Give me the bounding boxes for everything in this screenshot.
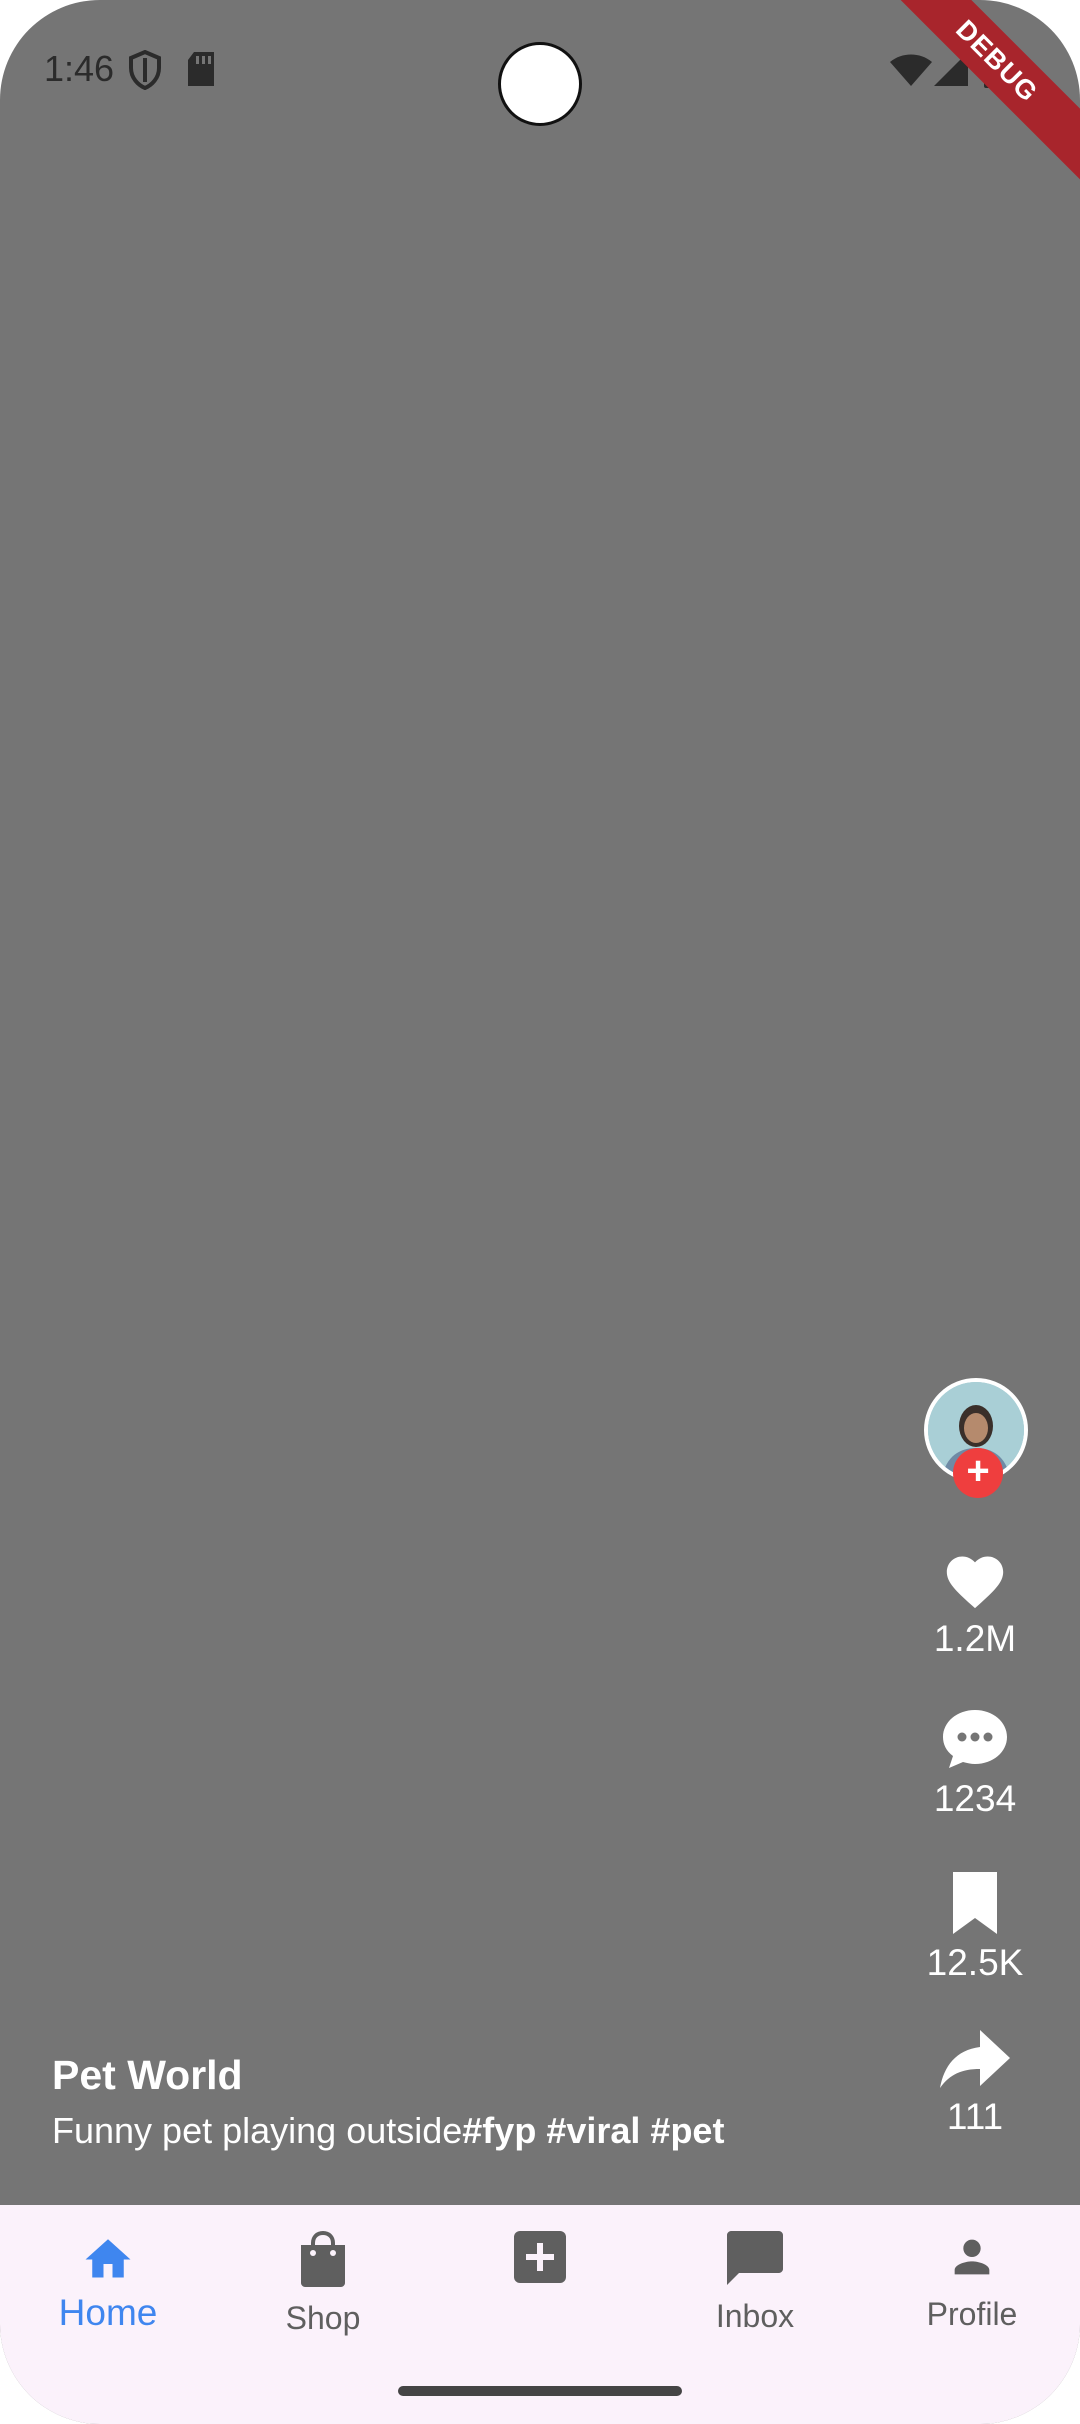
camera-cutout — [498, 42, 582, 126]
nav-inbox[interactable]: Inbox — [675, 2231, 835, 2335]
nav-profile-label: Profile — [926, 2296, 1018, 2332]
status-time: 1:46 — [44, 48, 115, 89]
nav-profile[interactable]: Profile — [892, 2231, 1052, 2333]
shopping-bag-icon — [301, 2230, 345, 2287]
comment-count: 1234 — [933, 1778, 1017, 1819]
home-indicator[interactable] — [398, 2386, 682, 2396]
bookmark-count: 12.5K — [926, 1942, 1024, 1983]
nav-inbox-label: Inbox — [715, 2298, 795, 2334]
share-icon — [940, 2030, 1010, 2088]
sd-card-icon — [188, 52, 214, 86]
nav-create[interactable] — [460, 2231, 620, 2288]
video-author[interactable]: Pet World — [52, 2052, 243, 2099]
nav-shop[interactable]: Shop — [243, 2230, 403, 2337]
nav-home[interactable]: Home — [28, 2231, 188, 2334]
nav-shop-label: Shop — [285, 2300, 361, 2336]
bookmark-button[interactable]: 12.5K — [900, 1872, 1050, 1984]
status-bar: 1:46 — [0, 0, 1080, 140]
like-count: 1.2M — [933, 1618, 1017, 1659]
add-box-icon — [514, 2231, 566, 2283]
heart-icon — [946, 1556, 1004, 1609]
follow-plus-button[interactable]: + — [953, 1448, 1003, 1498]
hashtag[interactable]: #fyp — [462, 2110, 536, 2151]
creator-avatar-button[interactable]: + — [924, 1378, 1028, 1498]
share-button[interactable]: 111 — [900, 2030, 1050, 2138]
person-icon — [954, 2239, 990, 2275]
hashtag[interactable]: #viral — [546, 2110, 640, 2151]
shield-icon — [129, 50, 161, 90]
video-caption: Funny pet playing outside#fyp #viral #pe… — [52, 2110, 724, 2152]
comment-button[interactable]: 1234 — [900, 1708, 1050, 1820]
phone-screen: 1:46 DEBUG + 1.2M 1234 12.5K 111 Pet Wor… — [0, 0, 1080, 2424]
comment-icon — [943, 1710, 1007, 1768]
nav-home-label: Home — [58, 2292, 158, 2333]
chat-icon — [727, 2231, 783, 2285]
like-button[interactable]: 1.2M — [900, 1548, 1050, 1660]
home-icon — [85, 2239, 131, 2278]
hashtag[interactable]: #pet — [650, 2110, 724, 2151]
wifi-icon — [890, 54, 932, 86]
caption-text: Funny pet playing outside — [52, 2110, 463, 2151]
bookmark-icon — [953, 1872, 997, 1934]
share-count: 111 — [946, 2096, 1004, 2137]
